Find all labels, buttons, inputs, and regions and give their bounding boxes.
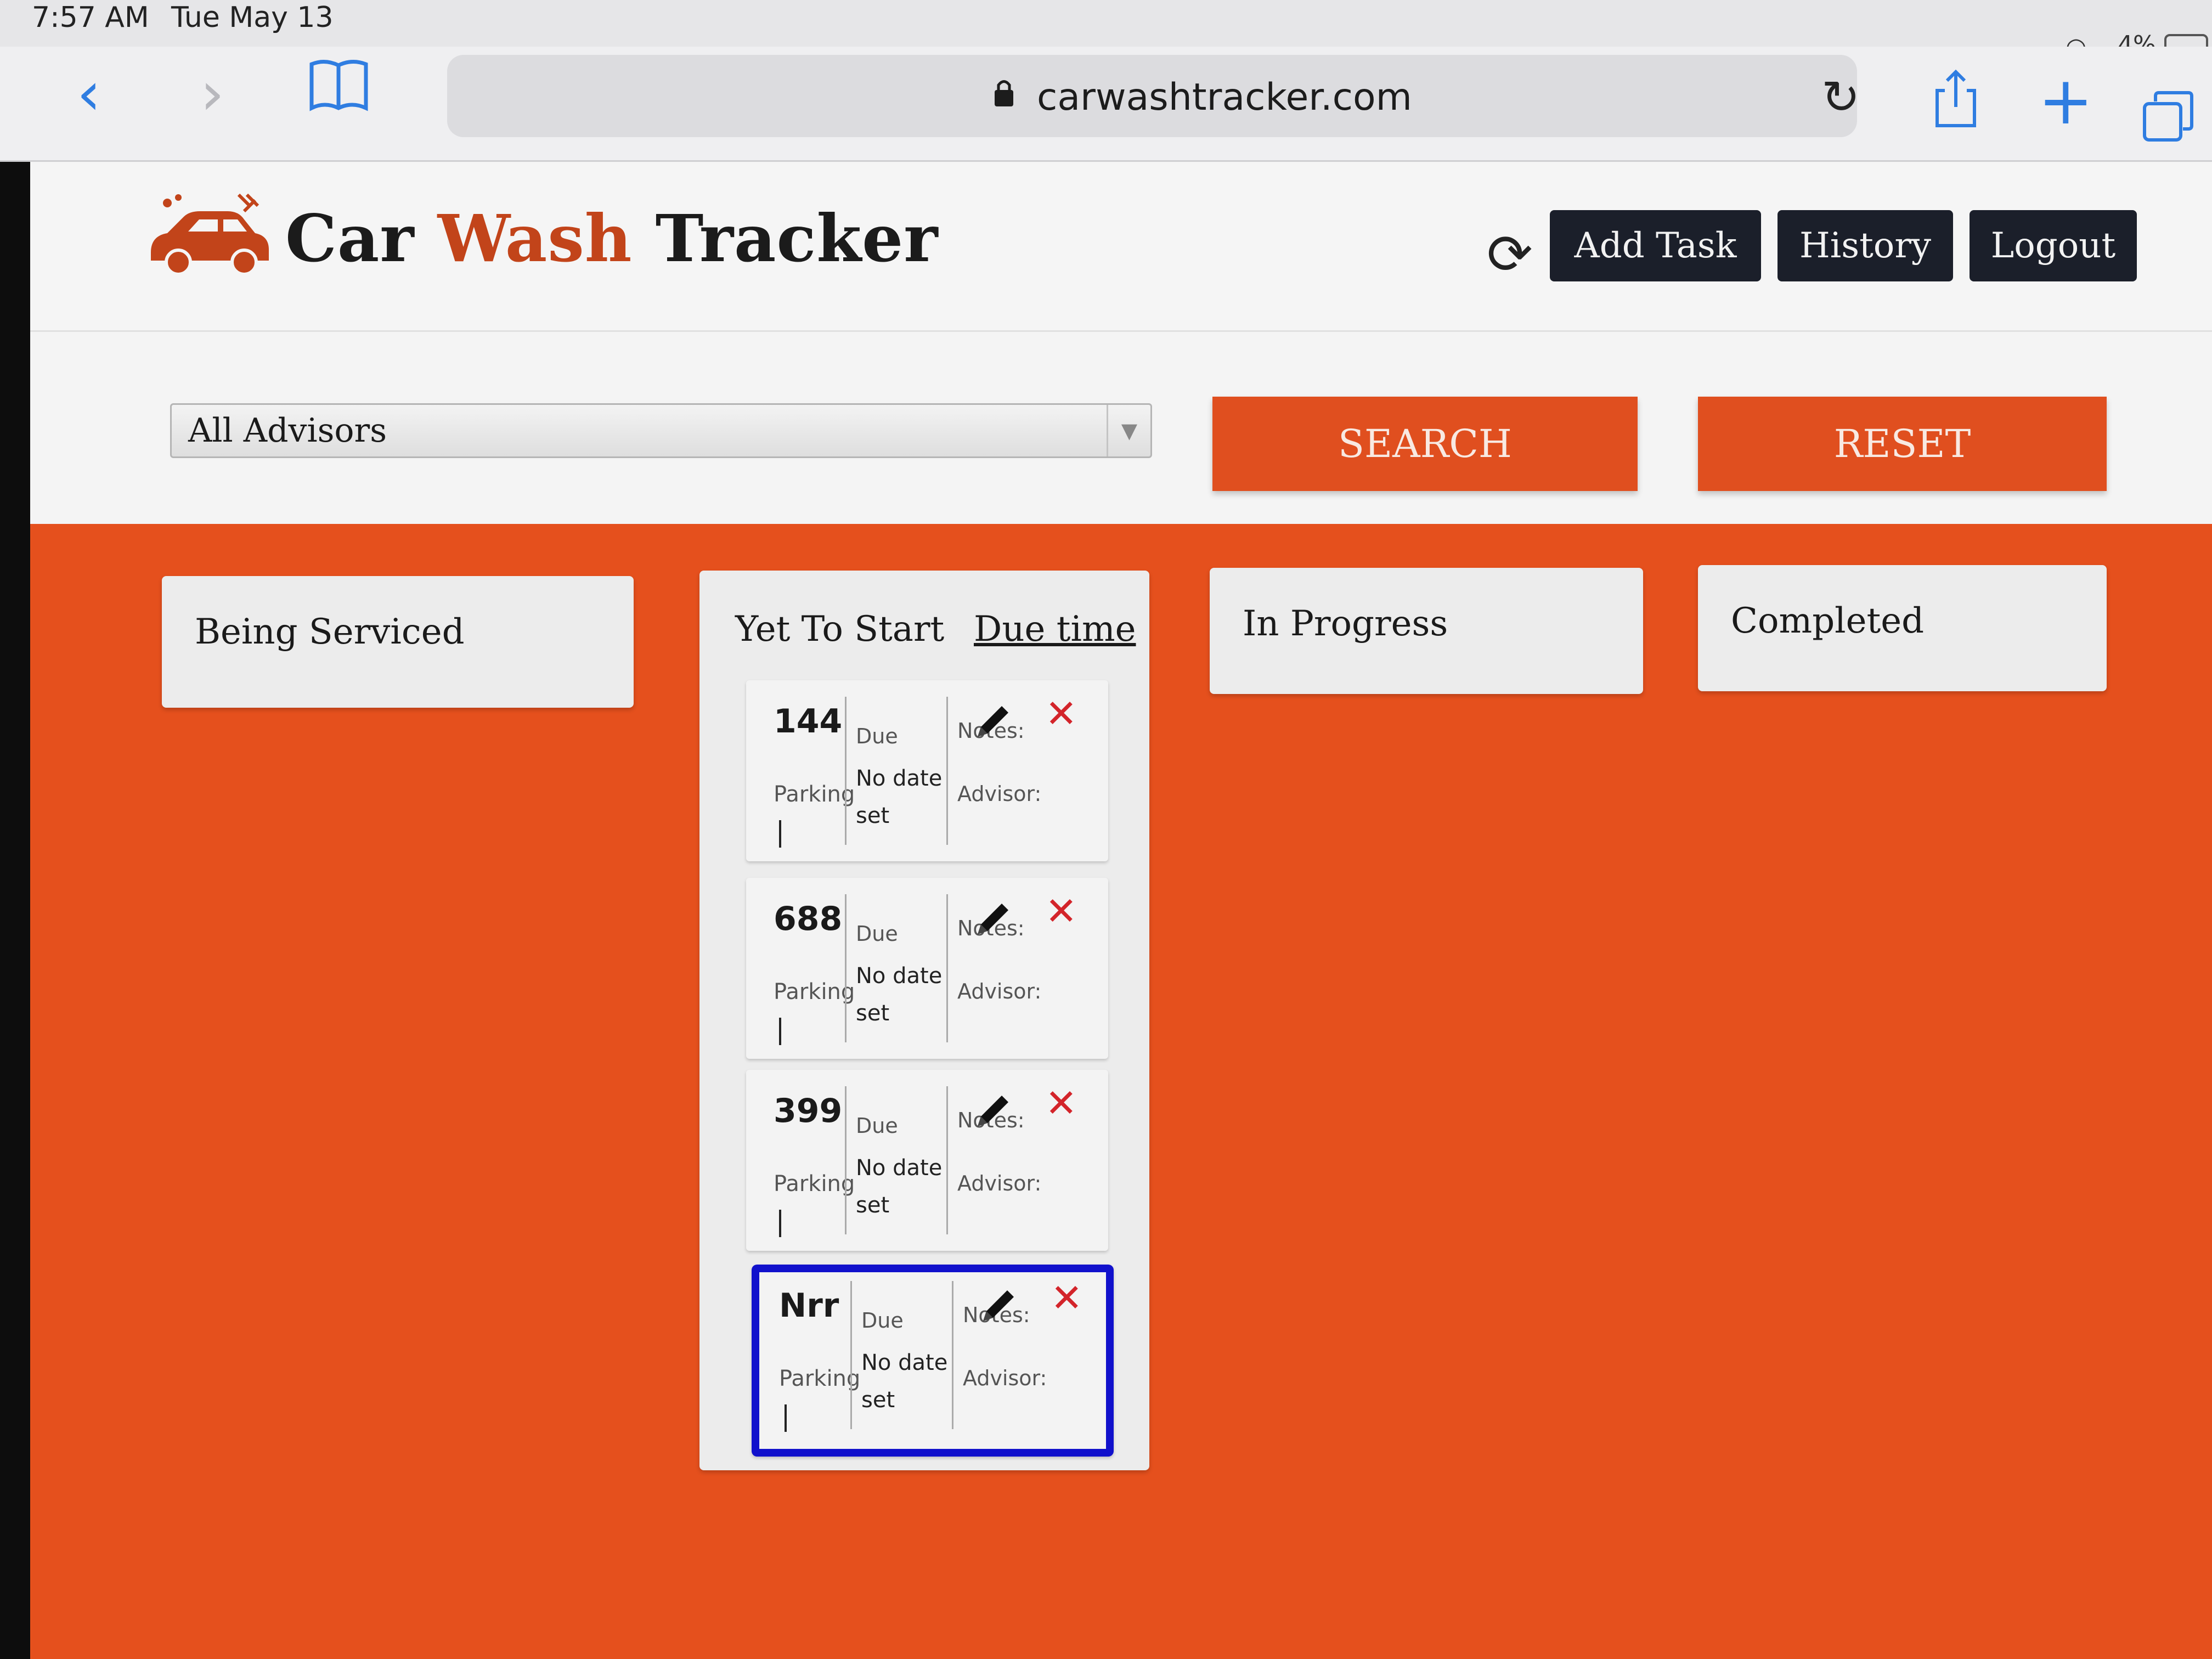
lock-icon	[995, 80, 1013, 106]
card-due-label: Due	[861, 1308, 904, 1333]
tabs-icon[interactable]	[2142, 91, 2194, 143]
card-advisor-label: Advisor:	[957, 1171, 1042, 1195]
card-due-value: No date set	[861, 1350, 948, 1413]
card-number: 399	[774, 1092, 843, 1130]
delete-x-icon[interactable]: ✕	[1051, 1276, 1083, 1321]
history-button[interactable]: History	[1778, 210, 1953, 281]
share-icon[interactable]	[1934, 69, 1978, 129]
logout-button[interactable]: Logout	[1970, 210, 2137, 281]
divider	[946, 1086, 948, 1234]
new-tab-icon[interactable]: +	[2038, 69, 2094, 134]
parking-value	[785, 1404, 787, 1432]
task-card[interactable]: 399 Parking Due No date set Notes: Advis…	[746, 1070, 1108, 1251]
card-advisor-label: Advisor:	[963, 1366, 1047, 1390]
chevron-down-icon: ▼	[1107, 405, 1150, 456]
refresh-icon[interactable]: ⟳	[1487, 222, 1533, 286]
card-parking-label: Parking	[779, 1366, 861, 1391]
parking-value	[779, 1210, 781, 1237]
card-number: Nrr	[779, 1286, 839, 1325]
divider	[845, 1086, 847, 1234]
column-in-progress: In Progress	[1210, 568, 1643, 694]
sort-due-time-link[interactable]: Due time	[974, 609, 1136, 650]
column-completed: Completed	[1698, 565, 2107, 691]
advisor-select[interactable]: All Advisors ▼	[170, 403, 1152, 458]
car-wash-logo-icon	[151, 193, 269, 276]
back-icon[interactable]: ‹	[77, 63, 101, 123]
divider	[850, 1281, 852, 1429]
column-yet-to-start: Yet To Start Due time 144 Parking Due No…	[699, 571, 1149, 1470]
card-number: 688	[774, 900, 843, 938]
status-date: Tue May 13	[171, 1, 334, 34]
task-card[interactable]: 688 Parking Due No date set Notes: Advis…	[746, 878, 1108, 1059]
column-being-serviced: Being Serviced	[162, 576, 634, 708]
edit-pencil-icon[interactable]	[971, 1089, 1015, 1133]
divider	[845, 697, 847, 845]
browser-toolbar: ‹ › carwashtracker.com ↻ +	[0, 47, 2212, 162]
parking-value	[779, 820, 781, 848]
forward-icon[interactable]: ›	[200, 63, 224, 123]
task-card-selected[interactable]: Nrr Parking Due No date set Notes: Advis…	[752, 1265, 1114, 1457]
url-text: carwashtracker.com	[1037, 76, 1412, 119]
divider	[952, 1281, 953, 1429]
parking-value	[779, 1018, 781, 1045]
column-title: Yet To Start	[735, 609, 945, 650]
card-due-value: No date set	[856, 766, 943, 828]
card-due-value: No date set	[856, 1155, 943, 1218]
card-parking-label: Parking	[774, 782, 855, 807]
site-title-wash: Wash	[437, 200, 633, 276]
advisor-select-value: All Advisors	[188, 411, 387, 450]
card-parking-label: Parking	[774, 979, 855, 1005]
site-title: Car Wash Tracker	[285, 200, 938, 276]
bookmarks-icon[interactable]	[307, 58, 370, 112]
divider	[845, 894, 847, 1042]
card-due-label: Due	[856, 1114, 898, 1138]
card-parking-label: Parking	[774, 1171, 855, 1197]
card-advisor-label: Advisor:	[957, 782, 1042, 806]
filter-bar: All Advisors ▼ SEARCH RESET	[30, 332, 2212, 524]
device-frame: 7:57 AM Tue May 13 ◠ 4% ‹ › carwashtrack…	[0, 0, 2212, 1659]
delete-x-icon[interactable]: ✕	[1045, 1081, 1077, 1126]
status-bar: 7:57 AM Tue May 13 ◠ 4%	[0, 0, 2212, 61]
card-advisor-label: Advisor:	[957, 979, 1042, 1003]
edit-pencil-icon[interactable]	[971, 699, 1015, 743]
delete-x-icon[interactable]: ✕	[1045, 691, 1077, 736]
edit-pencil-icon[interactable]	[977, 1284, 1020, 1328]
add-task-button[interactable]: Add Task	[1550, 210, 1761, 281]
site-title-car: Car	[285, 200, 438, 276]
column-title: In Progress	[1243, 603, 1448, 644]
delete-x-icon[interactable]: ✕	[1045, 889, 1077, 934]
site-title-tracker: Tracker	[632, 200, 939, 276]
reset-button[interactable]: RESET	[1698, 397, 2107, 491]
reload-icon[interactable]: ↻	[1821, 70, 1860, 124]
search-button[interactable]: SEARCH	[1212, 397, 1638, 491]
card-due-label: Due	[856, 922, 898, 946]
card-number: 144	[774, 702, 843, 741]
status-time: 7:57 AM	[32, 1, 149, 34]
column-title: Being Serviced	[195, 612, 465, 652]
divider	[946, 894, 948, 1042]
task-card[interactable]: 144 Parking Due No date set Notes: Advis…	[746, 680, 1108, 861]
task-board: Being Serviced Yet To Start Due time 144…	[30, 524, 2212, 1659]
site-header: Car Wash Tracker ⟳ Add Task History Logo…	[30, 162, 2212, 332]
card-due-value: No date set	[856, 963, 943, 1026]
card-due-label: Due	[856, 724, 898, 748]
webpage: Car Wash Tracker ⟳ Add Task History Logo…	[30, 162, 2212, 1659]
edit-pencil-icon[interactable]	[971, 897, 1015, 941]
divider	[946, 697, 948, 845]
column-title: Completed	[1731, 601, 1925, 641]
address-bar[interactable]: carwashtracker.com ↻	[447, 55, 1860, 137]
